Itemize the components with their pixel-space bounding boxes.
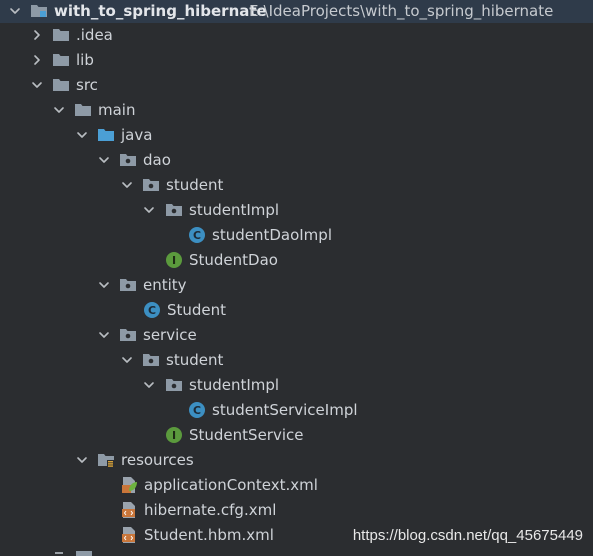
node-label-studentdaoimpl: studentDaoImpl (212, 226, 332, 244)
folder-icon (52, 76, 70, 94)
node-label-main: main (98, 101, 136, 119)
chevron-right-icon[interactable] (30, 28, 44, 42)
chevron-down-icon[interactable] (52, 103, 66, 117)
package-icon (165, 201, 183, 219)
tree-row-src[interactable]: src (0, 73, 593, 98)
folder-icon (74, 101, 92, 119)
tree-row-service-student[interactable]: student (0, 348, 593, 373)
node-label-resources: resources (121, 451, 194, 469)
package-icon (119, 276, 137, 294)
tree-row-service-studentimpl[interactable]: studentImpl (0, 373, 593, 398)
node-label-service: service (143, 326, 197, 344)
module-folder-icon (30, 2, 48, 20)
tree-row-entity[interactable]: entity (0, 273, 593, 298)
node-label-student-class: Student (167, 301, 227, 319)
node-label-studentservice: StudentService (189, 426, 304, 444)
node-label-java: java (121, 126, 153, 144)
chevron-down-icon[interactable] (142, 203, 156, 217)
class-icon (188, 226, 206, 244)
node-label-hibernate-cfg: hibernate.cfg.xml (144, 501, 277, 519)
chevron-down-icon[interactable] (97, 328, 111, 342)
node-label-studentdao: StudentDao (189, 251, 278, 269)
folder-icon (52, 51, 70, 69)
package-icon (142, 351, 160, 369)
tree-row-student-class[interactable]: Student (0, 298, 593, 323)
chevron-down-icon[interactable] (30, 78, 44, 92)
project-name: with_to_spring_hibernate (54, 2, 267, 20)
tree-row-partial (0, 550, 593, 556)
tree-row-studentdao[interactable]: StudentDao (0, 248, 593, 273)
interface-icon (165, 251, 183, 269)
xml-file-icon (120, 501, 138, 519)
chevron-right-icon[interactable] (30, 53, 44, 67)
package-icon (142, 176, 160, 194)
node-label-dao-studentimpl: studentImpl (189, 201, 280, 219)
tree-row-resources[interactable]: resources (0, 448, 593, 473)
class-icon (143, 301, 161, 319)
node-label-student-hbm: Student.hbm.xml (144, 526, 274, 544)
folder-icon (76, 551, 92, 556)
node-label-entity: entity (143, 276, 187, 294)
node-label-idea: .idea (76, 26, 113, 44)
package-icon (119, 151, 137, 169)
node-label-studentserviceimpl: studentServiceImpl (212, 401, 358, 419)
tree-row-lib[interactable]: lib (0, 48, 593, 73)
chevron-right-icon (55, 552, 63, 554)
tree-row-service[interactable]: service (0, 323, 593, 348)
tree-row-studentserviceimpl[interactable]: studentServiceImpl (0, 398, 593, 423)
tree-row-studentdaoimpl[interactable]: studentDaoImpl (0, 223, 593, 248)
chevron-down-icon[interactable] (142, 378, 156, 392)
chevron-down-icon[interactable] (120, 353, 134, 367)
chevron-down-icon[interactable] (75, 453, 89, 467)
tree-row-dao[interactable]: dao (0, 148, 593, 173)
chevron-down-icon[interactable] (97, 278, 111, 292)
tree-row-dao-student[interactable]: student (0, 173, 593, 198)
tree-row-java[interactable]: java (0, 123, 593, 148)
node-label-applicationcontext: applicationContext.xml (144, 476, 318, 494)
node-label-lib: lib (76, 51, 94, 69)
node-label-src: src (76, 76, 98, 94)
chevron-down-icon[interactable] (8, 4, 22, 18)
watermark: https://blog.csdn.net/qq_45675449 (352, 527, 583, 544)
node-label-dao-student: student (166, 176, 224, 194)
node-label-dao: dao (143, 151, 171, 169)
tree-row-main[interactable]: main (0, 98, 593, 123)
class-icon (188, 401, 206, 419)
tree-row-applicationcontext[interactable]: applicationContext.xml (0, 473, 593, 498)
tree-row-project-root[interactable]: with_to_spring_hibernate E:\IdeaProjects… (0, 0, 593, 23)
tree-row-hibernate-cfg[interactable]: hibernate.cfg.xml (0, 498, 593, 523)
package-icon (119, 326, 137, 344)
chevron-down-icon[interactable] (120, 178, 134, 192)
interface-icon (165, 426, 183, 444)
project-path: E:\IdeaProjects\with_to_spring_hibernate (249, 2, 554, 20)
package-icon (165, 376, 183, 394)
chevron-down-icon[interactable] (75, 128, 89, 142)
project-tree: with_to_spring_hibernate E:\IdeaProjects… (0, 0, 593, 556)
source-folder-icon (97, 126, 115, 144)
tree-row-idea[interactable]: .idea (0, 23, 593, 48)
chevron-down-icon[interactable] (97, 153, 111, 167)
node-label-service-student: student (166, 351, 224, 369)
resources-folder-icon (97, 451, 115, 469)
spring-xml-file-icon (120, 476, 138, 494)
node-label-service-studentimpl: studentImpl (189, 376, 280, 394)
tree-row-dao-studentimpl[interactable]: studentImpl (0, 198, 593, 223)
tree-row-studentservice[interactable]: StudentService (0, 423, 593, 448)
folder-icon (52, 26, 70, 44)
xml-file-icon (120, 526, 138, 544)
